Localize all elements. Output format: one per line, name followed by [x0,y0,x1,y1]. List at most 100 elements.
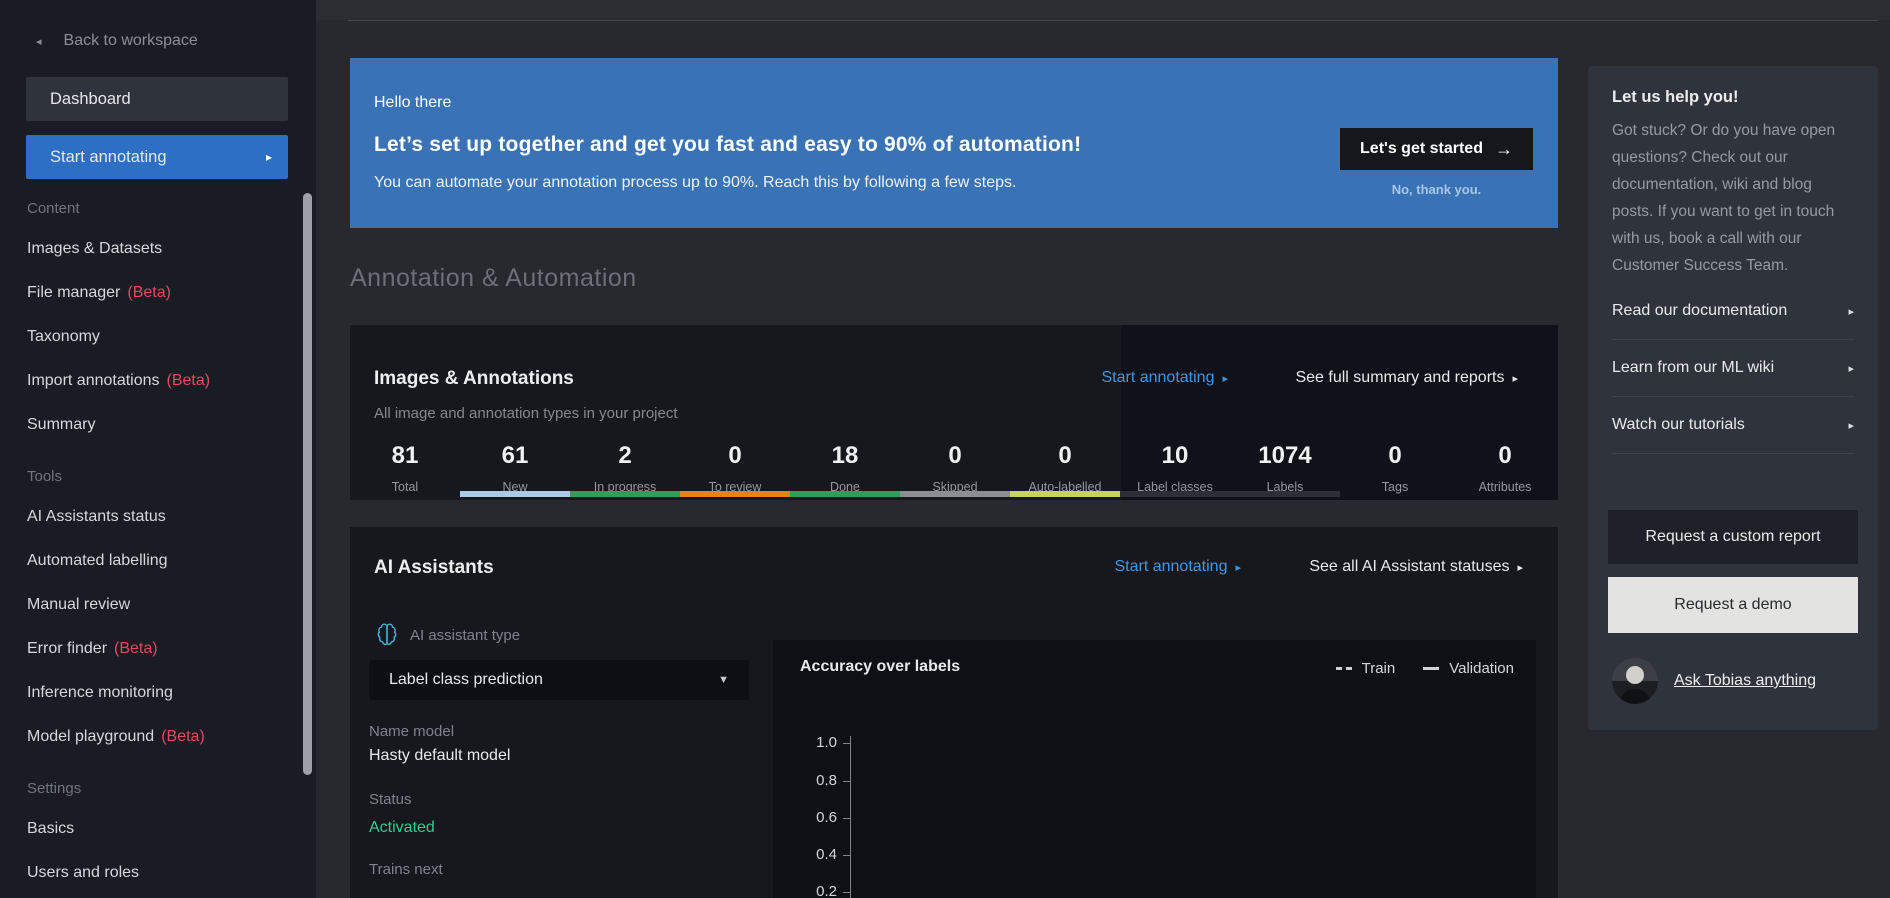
sidebar-item[interactable]: Images & Datasets [0,227,316,271]
chevron-left-icon: ◂ [36,35,42,48]
sidebar-item[interactable]: Summary [0,403,316,447]
sidebar-scrollbar[interactable] [303,193,312,775]
images-annotations-card: Images & Annotations Start annotating ▸ … [350,325,1558,500]
trains-next-label: Trains next [369,861,443,878]
images-card-subtitle: All image and annotation types in your p… [374,405,678,422]
stat-color-bar [1120,491,1230,497]
help-link-label: Read our documentation [1612,302,1787,320]
sidebar-section-tools: Tools [27,457,316,495]
sidebar-item[interactable]: Error finder (Beta) [0,627,316,671]
chevron-right-icon: ▸ [266,150,272,164]
request-custom-report-button[interactable]: Request a custom report [1608,510,1858,564]
stat-label: Attributes [1450,480,1560,494]
welcome-banner: Hello there Let’s set up together and ge… [350,58,1558,228]
chevron-right-icon: ▸ [1235,561,1241,574]
ai-card-title: AI Assistants [374,557,494,579]
assistant-type-row: AI assistant type [374,622,520,648]
sidebar-item[interactable]: Model playground (Beta) [0,715,316,759]
main-top-band [316,0,1890,20]
sidebar-item[interactable]: AI Assistants status [0,495,316,539]
assistant-type-select[interactable]: Label class prediction ▼ [369,660,749,700]
beta-badge: (Beta) [114,640,158,658]
y-tick: 1.0 [787,734,837,752]
stat-column: 2 In progress [570,430,680,500]
chevron-right-icon: ▸ [1848,419,1854,432]
status-value: Activated [369,819,435,837]
images-card-title: Images & Annotations [374,368,574,390]
start-annotating-label: Start annotating [50,148,167,167]
start-annotating-link-label: Start annotating [1102,369,1215,387]
chevron-right-icon: ▸ [1512,372,1518,385]
sidebar-item[interactable]: Taxonomy [0,315,316,359]
sidebar-item-label: Manual review [27,596,130,614]
y-axis-line [850,736,851,898]
sidebar-item[interactable]: Manual review [0,583,316,627]
sidebar-item-label: Error finder [27,640,107,658]
stat-column: 10 Label classes [1120,430,1230,500]
stat-value: 61 [460,442,570,470]
sidebar-item-label: Summary [27,416,95,434]
full-summary-link[interactable]: See full summary and reports ▸ [1295,369,1518,387]
stat-value: 0 [1450,442,1560,470]
start-annotating-link[interactable]: Start annotating ▸ [1115,558,1242,576]
stat-value: 0 [900,442,1010,470]
sidebar-item-label: Basics [27,820,74,838]
back-to-workspace-label: Back to workspace [64,32,198,50]
ai-statuses-link-label: See all AI Assistant statuses [1309,558,1509,576]
chart-title: Accuracy over labels [800,658,960,676]
sidebar: ◂ Back to workspace Dashboard Start anno… [0,0,316,898]
request-demo-button[interactable]: Request a demo [1608,577,1858,633]
sidebar-item[interactable]: Users and roles [0,851,316,895]
chart-legend: Train Validation [1336,660,1514,677]
stat-value: 18 [790,442,900,470]
stat-column: 0 Auto-labelled [1010,430,1120,500]
help-link[interactable]: Read our documentation ▸ [1612,283,1854,340]
sidebar-item[interactable]: Automated labelling [0,539,316,583]
name-model-value: Hasty default model [369,747,510,765]
get-started-button[interactable]: Let's get started → [1340,128,1533,170]
stat-column: 61 New [460,430,570,500]
ai-statuses-link[interactable]: See all AI Assistant statuses ▸ [1309,558,1523,576]
stat-column: 1074 Labels [1230,430,1340,500]
get-started-label: Let's get started [1360,140,1483,158]
stat-color-bar [680,491,790,497]
beta-badge: (Beta) [161,728,205,746]
stat-column: 0 Attributes [1450,430,1560,500]
start-annotating-link[interactable]: Start annotating ▸ [1102,369,1229,387]
back-to-workspace-button[interactable]: ◂ Back to workspace [36,32,316,50]
sidebar-item[interactable]: Import annotations (Beta) [0,359,316,403]
chevron-right-icon: ▸ [1517,561,1523,574]
brain-icon [374,622,400,648]
help-link-label: Watch our tutorials [1612,416,1745,434]
stat-value: 2 [570,442,680,470]
stat-value: 81 [350,442,460,470]
stat-value: 1074 [1230,442,1340,470]
y-tick: 0.2 [787,883,837,898]
ask-tobias-link[interactable]: Ask Tobias anything [1674,672,1816,690]
sidebar-item[interactable]: Inference monitoring [0,671,316,715]
dismiss-link[interactable]: No, thank you. [1340,182,1533,197]
stat-value: 10 [1120,442,1230,470]
stat-column: 18 Done [790,430,900,500]
ask-tobias-row: Ask Tobias anything [1612,658,1878,704]
stats-row: 81 Total 61 New 2 In progress 0 [350,430,1560,500]
help-body: Got stuck? Or do you have open questions… [1612,117,1854,279]
sidebar-item-start-annotating[interactable]: Start annotating ▸ [26,135,288,179]
sidebar-item-dashboard[interactable]: Dashboard [26,77,288,121]
help-link[interactable]: Learn from our ML wiki ▸ [1612,340,1854,397]
help-links: Read our documentation ▸ Learn from our … [1612,283,1854,454]
sidebar-item-label: Automated labelling [27,552,168,570]
sidebar-item-label: AI Assistants status [27,508,166,526]
page-section-title: Annotation & Automation [350,264,637,293]
stat-label: Total [350,480,460,494]
sidebar-item-label: Import annotations [27,372,160,390]
ai-assistants-card: AI Assistants Start annotating ▸ See all… [350,527,1558,898]
sidebar-item[interactable]: File manager (Beta) [0,271,316,315]
stat-column: 0 To review [680,430,790,500]
stat-column: 81 Total [350,430,460,500]
beta-badge: (Beta) [167,372,211,390]
sidebar-item-label: Inference monitoring [27,684,173,702]
sidebar-item[interactable]: Basics [0,807,316,851]
help-link[interactable]: Watch our tutorials ▸ [1612,397,1854,454]
validation-line-icon [1423,667,1439,670]
